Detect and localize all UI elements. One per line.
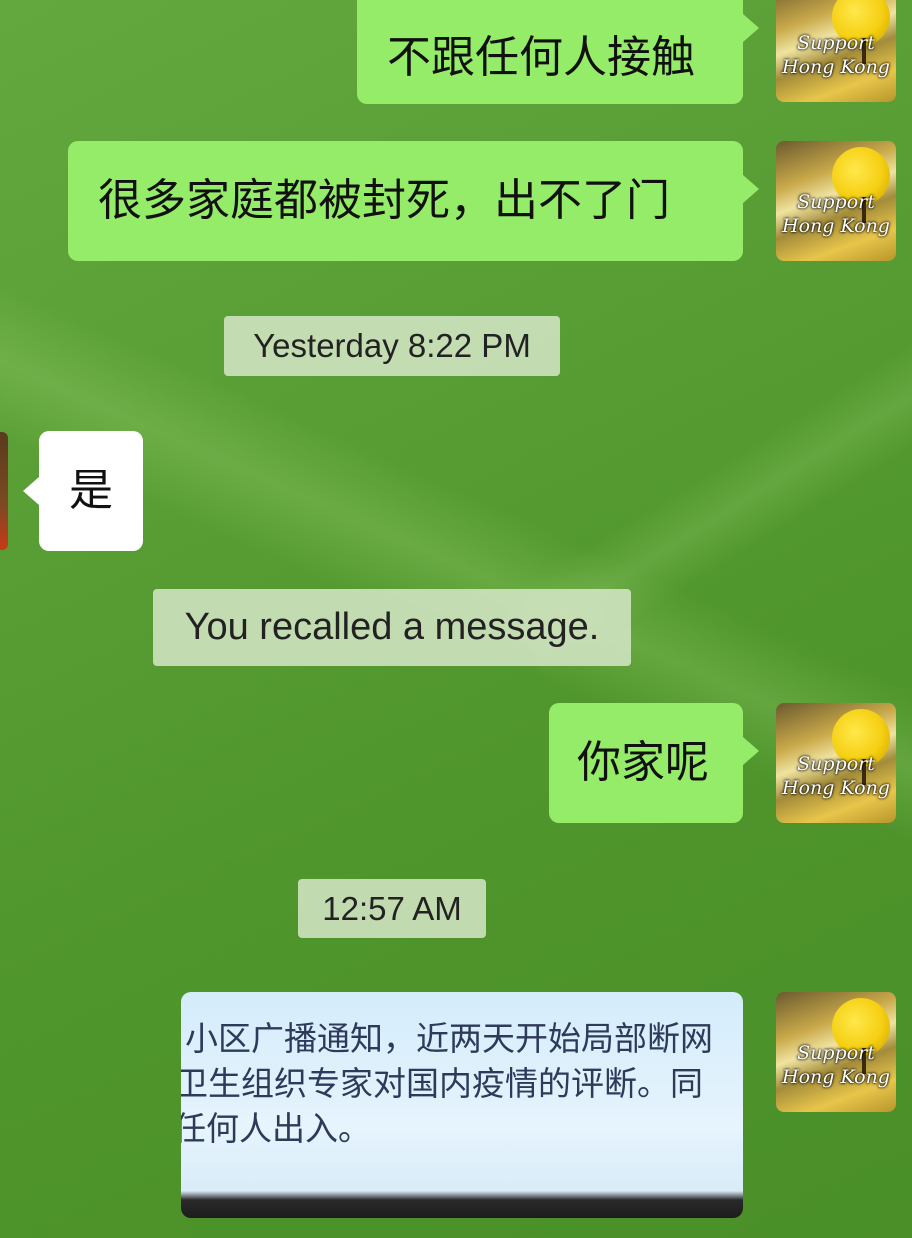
- recall-notice: You recalled a message.: [153, 589, 631, 666]
- message-text: 你家呢: [577, 737, 709, 788]
- avatar-text: Hong Kong: [782, 56, 890, 78]
- image-text: 任何人出入。: [181, 1109, 371, 1148]
- outgoing-message[interactable]: 不跟任何人接触: [357, 0, 759, 104]
- outgoing-message[interactable]: 很多家庭都被封死，出不了门: [68, 141, 759, 261]
- message-text: 很多家庭都被封死，出不了门: [98, 175, 670, 226]
- message-text: 不跟任何人接触: [387, 32, 695, 83]
- image-message[interactable]: 小区广播通知，近两天开始局部断网 卫生组织专家对国内疫情的评断。同 任何人出入。: [181, 992, 743, 1218]
- outgoing-message[interactable]: 你家呢: [549, 703, 759, 823]
- image-text: 小区广播通知，近两天开始局部断网: [185, 1019, 713, 1058]
- avatar-text: Hong Kong: [782, 777, 890, 799]
- avatar-text: Hong Kong: [782, 1066, 890, 1088]
- avatar-text: Support: [797, 1042, 875, 1064]
- avatar-text: Hong Kong: [782, 215, 890, 237]
- message-text: 是: [69, 465, 113, 516]
- avatar-text: Support: [797, 191, 875, 213]
- user-avatar[interactable]: Support Hong Kong: [776, 992, 896, 1112]
- user-avatar[interactable]: Support Hong Kong: [776, 703, 896, 823]
- user-avatar[interactable]: Support Hong Kong: [776, 0, 896, 102]
- image-text: 卫生组织专家对国内疫情的评断。同: [181, 1064, 703, 1103]
- contact-avatar[interactable]: [0, 432, 8, 550]
- avatar-text: Support: [797, 753, 875, 775]
- timestamp: 12:57 AM: [298, 879, 486, 938]
- incoming-message[interactable]: 是: [23, 431, 143, 551]
- user-avatar[interactable]: Support Hong Kong: [776, 141, 896, 261]
- avatar-text: Support: [797, 32, 875, 54]
- timestamp: Yesterday 8:22 PM: [224, 316, 560, 376]
